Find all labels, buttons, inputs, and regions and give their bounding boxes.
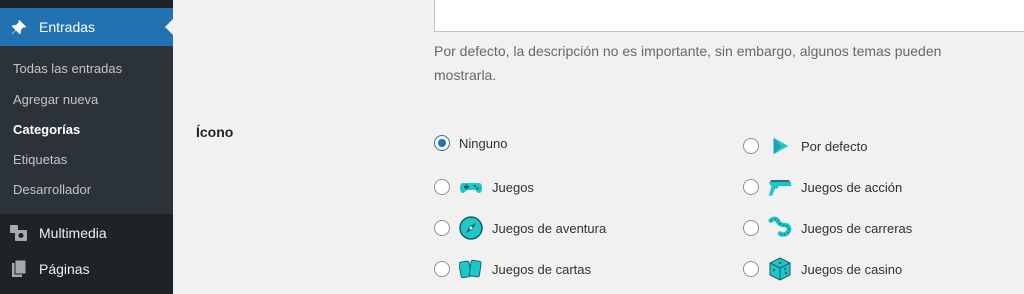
submenu-item-desarrollador[interactable]: Desarrollador <box>13 182 91 197</box>
icon-option-juegos[interactable]: Juegos <box>434 175 534 199</box>
submenu-item-todas[interactable]: Todas las entradas <box>13 61 122 76</box>
menu-multimedia-label: Multimedia <box>39 225 107 241</box>
icon-option-label: Ninguno <box>459 135 508 151</box>
dice-icon <box>768 257 792 281</box>
gamepad-icon <box>459 175 483 199</box>
race-track-icon <box>768 216 792 240</box>
icon-option-por-defecto[interactable]: Por defecto <box>743 134 868 158</box>
submenu-item-categorias[interactable]: Categorías <box>13 122 80 137</box>
icon-option-label: Juegos de casino <box>801 261 903 277</box>
icon-option-juegos-accion[interactable]: Juegos de acción <box>743 175 902 199</box>
menu-paginas[interactable]: Páginas <box>0 252 173 286</box>
icon-option-juegos-cartas[interactable]: Juegos de cartas <box>434 257 591 281</box>
menu-entradas-label: Entradas <box>39 19 96 35</box>
radio-por-defecto[interactable] <box>743 138 759 154</box>
pushpin-icon <box>9 17 29 37</box>
gun-icon <box>768 175 792 199</box>
icon-option-label: Por defecto <box>801 138 868 154</box>
submenu-item-agregar[interactable]: Agregar nueva <box>13 92 98 107</box>
current-menu-arrow <box>165 19 173 35</box>
icon-field-label: Ícono <box>196 124 234 140</box>
icon-option-ninguno[interactable]: Ninguno <box>434 131 507 155</box>
icon-option-label: Juegos de cartas <box>492 261 592 277</box>
icon-option-juegos-casino[interactable]: Juegos de casino <box>743 257 902 281</box>
compass-icon <box>459 216 483 240</box>
radio-juegos-cartas[interactable] <box>434 261 450 277</box>
menu-multimedia[interactable]: Multimedia <box>0 216 173 250</box>
submenu-item-etiquetas[interactable]: Etiquetas <box>13 152 67 167</box>
admin-sidebar: Entradas Todas las entradas Agregar nuev… <box>0 0 173 294</box>
cards-icon <box>459 257 483 281</box>
menu-paginas-label: Páginas <box>39 261 90 277</box>
radio-juegos-accion[interactable] <box>743 179 759 195</box>
radio-juegos[interactable] <box>434 179 450 195</box>
icon-option-juegos-carreras[interactable]: Juegos de carreras <box>743 216 912 240</box>
media-icon <box>9 223 29 243</box>
radio-juegos-aventura[interactable] <box>434 220 450 236</box>
icon-option-label: Juegos de acción <box>801 179 903 195</box>
entradas-submenu: Todas las entradas Agregar nueva Categor… <box>0 46 173 214</box>
icon-option-label: Juegos de aventura <box>492 220 607 236</box>
radio-juegos-casino[interactable] <box>743 261 759 277</box>
icon-option-juegos-aventura[interactable]: Juegos de aventura <box>434 216 606 240</box>
play-icon <box>768 134 792 158</box>
description-textarea[interactable] <box>434 0 1024 32</box>
radio-ninguno[interactable] <box>434 135 450 151</box>
page-icon <box>9 259 29 279</box>
description-help-text: Por defecto, la descripción no es import… <box>434 43 942 83</box>
icon-option-label: Juegos de carreras <box>801 220 913 236</box>
radio-juegos-carreras[interactable] <box>743 220 759 236</box>
icon-option-label: Juegos <box>492 179 534 195</box>
menu-entradas[interactable]: Entradas <box>0 8 173 46</box>
